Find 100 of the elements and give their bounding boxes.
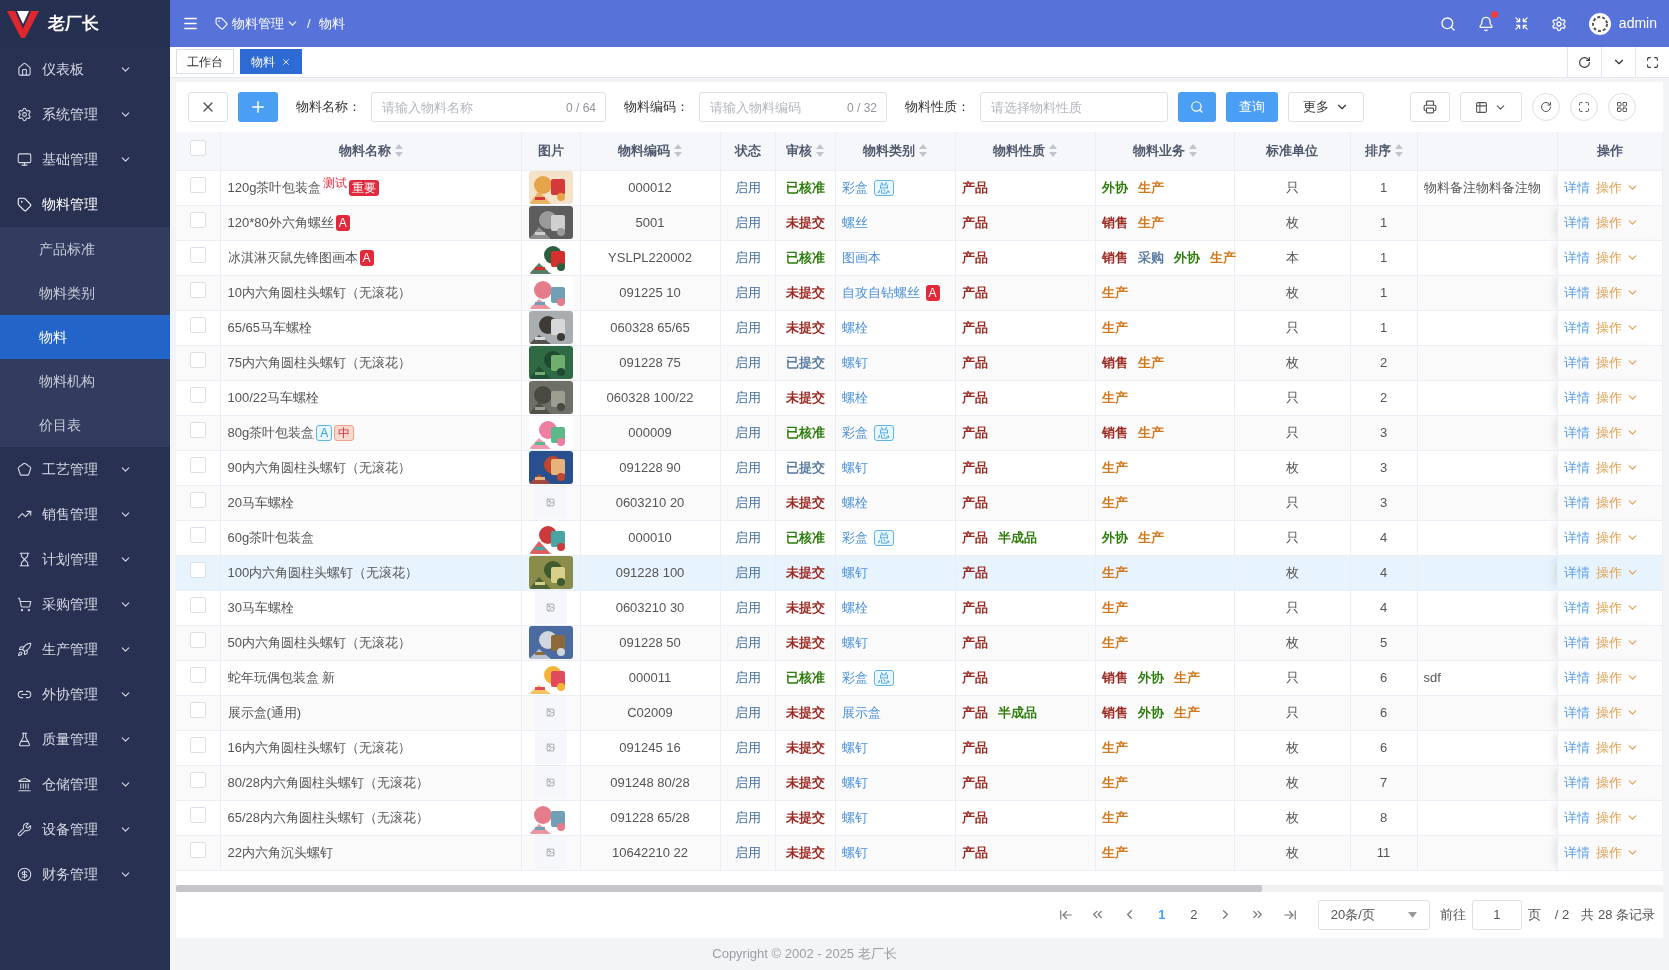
breadcrumb-item[interactable]: 物料管理 (232, 13, 299, 34)
checkbox[interactable] (189, 666, 206, 683)
nav-item[interactable]: 财务管理 (0, 852, 170, 897)
category-link[interactable]: 螺钉 (841, 562, 868, 583)
checkbox[interactable] (189, 491, 206, 508)
category-link[interactable]: 螺钉 (841, 842, 868, 863)
sort-icon[interactable] (1049, 144, 1057, 158)
checkbox[interactable] (189, 561, 206, 578)
checkbox[interactable] (189, 176, 206, 193)
nav-item[interactable]: 仓储管理 (0, 762, 170, 807)
nav-subitem[interactable]: 物料机构 (0, 359, 170, 403)
nav-item[interactable]: 系统管理 (0, 92, 170, 137)
category-link[interactable]: 螺钉 (841, 457, 868, 478)
first-page-icon[interactable] (1058, 907, 1073, 922)
page-input[interactable]: 1 (1471, 899, 1522, 930)
nav-item[interactable]: 外协管理 (0, 672, 170, 717)
detail-link[interactable]: 详情 (1563, 842, 1590, 863)
close-icon[interactable] (281, 56, 291, 67)
sort-icon[interactable] (1188, 144, 1197, 158)
action-dropdown[interactable]: 操作 (1595, 527, 1639, 548)
category-link[interactable]: 螺栓 (841, 597, 868, 618)
detail-link[interactable]: 详情 (1563, 457, 1590, 478)
avatar[interactable] (1588, 12, 1611, 35)
last-page-icon[interactable] (1282, 907, 1297, 922)
action-dropdown[interactable]: 操作 (1595, 387, 1639, 408)
category-link[interactable]: 螺钉 (841, 352, 868, 373)
nav-subitem[interactable]: 产品标准 (0, 227, 170, 271)
checkbox[interactable] (189, 140, 206, 156)
checkbox[interactable] (189, 246, 206, 263)
detail-link[interactable]: 详情 (1563, 632, 1590, 653)
checkbox[interactable] (189, 631, 206, 648)
action-dropdown[interactable]: 操作 (1595, 702, 1639, 723)
nav-item[interactable]: 计划管理 (0, 537, 170, 582)
sort-icon[interactable] (674, 144, 682, 158)
action-dropdown[interactable]: 操作 (1595, 632, 1639, 653)
clear-button[interactable] (188, 92, 228, 122)
nav-subitem[interactable]: 价目表 (0, 403, 170, 447)
settings-icon[interactable] (1550, 15, 1567, 32)
menu-icon[interactable] (182, 15, 199, 32)
checkbox[interactable] (189, 211, 206, 228)
category-link[interactable]: 彩盒 (841, 422, 868, 443)
action-dropdown[interactable]: 操作 (1595, 842, 1639, 863)
category-link[interactable]: 图画本 (841, 247, 881, 268)
page-size-select[interactable]: 20条/页 (1317, 899, 1430, 930)
page-number[interactable]: 1 (1145, 904, 1178, 925)
action-dropdown[interactable]: 操作 (1595, 212, 1639, 233)
checkbox[interactable] (189, 596, 206, 613)
more-button[interactable]: 更多 (1288, 92, 1364, 122)
nav-item[interactable]: 质量管理 (0, 717, 170, 762)
detail-link[interactable]: 详情 (1563, 492, 1590, 513)
checkbox[interactable] (189, 351, 206, 368)
fullscreen-icon[interactable] (1646, 55, 1659, 69)
action-dropdown[interactable]: 操作 (1595, 317, 1639, 338)
nav-item[interactable]: 基础管理 (0, 137, 170, 182)
action-dropdown[interactable]: 操作 (1595, 807, 1639, 828)
detail-link[interactable]: 详情 (1563, 352, 1590, 373)
category-link[interactable]: 螺钉 (841, 772, 868, 793)
checkbox[interactable] (189, 456, 206, 473)
action-dropdown[interactable]: 操作 (1595, 667, 1639, 688)
action-dropdown[interactable]: 操作 (1595, 352, 1639, 373)
checkbox[interactable] (189, 386, 206, 403)
action-dropdown[interactable]: 操作 (1595, 282, 1639, 303)
sort-icon[interactable] (394, 144, 403, 158)
columns-button[interactable] (1460, 92, 1522, 122)
category-link[interactable]: 展示盒 (841, 702, 881, 723)
checkbox[interactable] (189, 841, 206, 858)
input-field[interactable]: 请选择物料性质 (980, 92, 1168, 122)
search-button[interactable] (1178, 92, 1216, 122)
category-link[interactable]: 螺钉 (841, 807, 868, 828)
column-header[interactable]: 物料名称 (338, 141, 403, 161)
checkbox[interactable] (189, 806, 206, 823)
action-dropdown[interactable]: 操作 (1595, 597, 1639, 618)
detail-link[interactable]: 详情 (1563, 247, 1590, 268)
nav-item[interactable]: 生产管理 (0, 627, 170, 672)
refresh-button[interactable] (1532, 93, 1560, 121)
action-dropdown[interactable]: 操作 (1595, 422, 1639, 443)
query-button[interactable]: 查询 (1226, 92, 1278, 122)
category-link[interactable]: 螺栓 (841, 387, 868, 408)
detail-link[interactable]: 详情 (1563, 177, 1590, 198)
sort-icon[interactable] (1394, 144, 1403, 158)
refresh-icon[interactable] (1578, 55, 1591, 69)
detail-link[interactable]: 详情 (1563, 212, 1590, 233)
detail-link[interactable]: 详情 (1563, 317, 1590, 338)
category-link[interactable]: 螺丝 (841, 212, 868, 233)
search-icon[interactable] (1439, 15, 1456, 32)
fullscreen-button[interactable] (1570, 93, 1598, 121)
nav-item[interactable]: 销售管理 (0, 492, 170, 537)
nav-item[interactable]: 物料管理 (0, 182, 170, 227)
nav-subitem[interactable]: 物料 (0, 315, 170, 359)
action-dropdown[interactable]: 操作 (1595, 457, 1639, 478)
category-link[interactable]: 彩盒 (841, 667, 868, 688)
nav-item[interactable]: 工艺管理 (0, 447, 170, 492)
scrollbar[interactable] (176, 884, 1262, 892)
checkbox[interactable] (189, 281, 206, 298)
category-link[interactable]: 彩盒 (841, 177, 868, 198)
page-tab[interactable]: 物料 (240, 49, 302, 74)
detail-link[interactable]: 详情 (1563, 527, 1590, 548)
detail-link[interactable]: 详情 (1563, 562, 1590, 583)
breadcrumb-item[interactable]: 物料 (318, 13, 345, 34)
add-button[interactable] (238, 92, 278, 122)
